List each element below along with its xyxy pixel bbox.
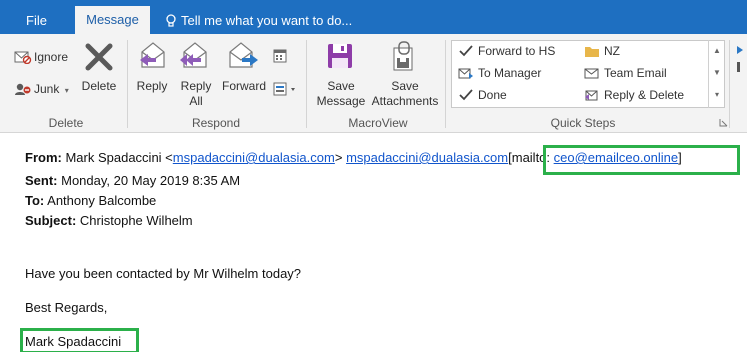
quick-step-label: Done [478, 88, 507, 102]
sent-label: Sent: [25, 173, 58, 188]
meeting-reply-icon[interactable] [273, 48, 289, 64]
delete-button[interactable]: Delete [78, 79, 120, 94]
save-attachments-button[interactable]: Save Attachments [368, 79, 442, 109]
quick-step-forward-to-hs[interactable]: Forward to HS [458, 42, 555, 60]
group-separator [445, 40, 446, 128]
group-label-macroview: MacroView [348, 116, 408, 130]
quick-steps-scrollbar[interactable]: ▲ ▼ ▾ [708, 40, 725, 108]
tell-me-label: Tell me what you want to do... [181, 13, 353, 28]
quick-step-label: To Manager [478, 66, 542, 80]
reply-all-icon [180, 42, 207, 68]
body-line-1: Have you been contacted by Mr Wilhelm to… [25, 266, 302, 281]
reply-icon [140, 42, 165, 68]
group-label-respond: Respond [191, 116, 241, 130]
save-message-label-line2: Message [316, 94, 366, 108]
tab-message[interactable]: Message [75, 6, 150, 34]
sent-value: Monday, 20 May 2019 8:35 AM [61, 173, 241, 188]
more-respond-icon[interactable] [273, 81, 301, 97]
tab-file[interactable]: File [26, 10, 47, 34]
next-group-icon[interactable] [733, 40, 747, 80]
scroll-up-icon[interactable]: ▲ [709, 40, 725, 62]
from-name: Mark Spadaccini < [65, 150, 173, 165]
quick-step-reply-delete[interactable]: Reply & Delete [584, 86, 684, 104]
ignore-label: Ignore [34, 50, 69, 64]
checkmark-icon [459, 45, 473, 57]
scroll-down-icon[interactable]: ▼ [709, 62, 725, 84]
ignore-icon [14, 51, 32, 64]
junk-label: Junk [34, 82, 60, 96]
quick-step-to-manager[interactable]: To Manager [458, 64, 541, 82]
save-message-icon [328, 44, 352, 68]
tell-me-search[interactable]: Tell me what you want to do... [165, 10, 352, 32]
team-email-icon [584, 68, 599, 79]
reply-delete-icon [585, 90, 598, 101]
to-value: Anthony Balcombe [47, 193, 157, 208]
group-separator [729, 40, 730, 128]
subject-line: Subject: Christophe Wilhelm [25, 213, 193, 229]
reply-all-label-line2: All [189, 94, 203, 108]
quick-step-label: Forward to HS [478, 44, 556, 58]
ribbon: Ignore Junk ▾ Delete Delete Reply Reply … [0, 34, 747, 133]
lightbulb-icon [166, 14, 176, 27]
from-email-link-2[interactable]: mspadaccini@dualasia.com [346, 150, 508, 165]
ignore-button[interactable]: Ignore [14, 48, 68, 66]
quick-step-team-email[interactable]: Team Email [584, 64, 667, 82]
delete-icon[interactable] [84, 42, 114, 72]
reply-button[interactable]: Reply [133, 79, 171, 94]
reply-all-button[interactable]: Reply All [176, 79, 216, 109]
save-message-button[interactable]: Save Message [313, 79, 369, 109]
folder-icon [585, 47, 599, 57]
forward-button[interactable]: Forward [220, 79, 268, 94]
sent-line: Sent: Monday, 20 May 2019 8:35 AM [25, 173, 240, 189]
quick-step-done[interactable]: Done [458, 86, 507, 104]
to-line: To: Anthony Balcombe [25, 193, 156, 209]
junk-dropdown-icon: ▾ [64, 86, 69, 95]
from-close: > [334, 150, 343, 165]
highlight-mailto-box [543, 145, 740, 175]
from-label: From: [25, 150, 62, 165]
subject-value: Christophe Wilhelm [79, 213, 193, 228]
group-separator [127, 40, 128, 128]
forward-mail-icon [458, 68, 473, 79]
from-email-link[interactable]: mspadaccini@dualasia.com [173, 150, 335, 165]
junk-button[interactable]: Junk ▾ [14, 80, 69, 98]
to-label: To: [25, 193, 45, 208]
quick-step-label: Team Email [604, 66, 667, 80]
group-separator [306, 40, 307, 128]
quick-step-label: Reply & Delete [604, 88, 685, 102]
group-label-delete: Delete [48, 116, 84, 130]
checkmark-icon [459, 89, 473, 101]
junk-icon [15, 83, 31, 95]
group-label-quick-steps: Quick Steps [550, 116, 616, 130]
reply-all-label-line1: Reply [180, 79, 212, 93]
body-line-2: Best Regards, [25, 300, 108, 315]
save-message-label-line1: Save [327, 79, 355, 93]
save-attachments-label-line2: Attachments [371, 94, 439, 108]
quick-step-label: NZ [604, 44, 620, 58]
subject-label: Subject: [25, 213, 77, 228]
highlight-signature-box [20, 328, 139, 352]
save-attachments-icon [393, 41, 413, 71]
ribbon-tab-bar: File Message Tell me what you want to do… [0, 0, 747, 34]
dialog-launcher-icon[interactable] [719, 118, 728, 127]
quick-step-nz[interactable]: NZ [584, 42, 620, 60]
forward-icon [229, 42, 258, 68]
gallery-more-icon[interactable]: ▾ [709, 84, 725, 106]
save-attachments-label-line1: Save [391, 79, 419, 93]
